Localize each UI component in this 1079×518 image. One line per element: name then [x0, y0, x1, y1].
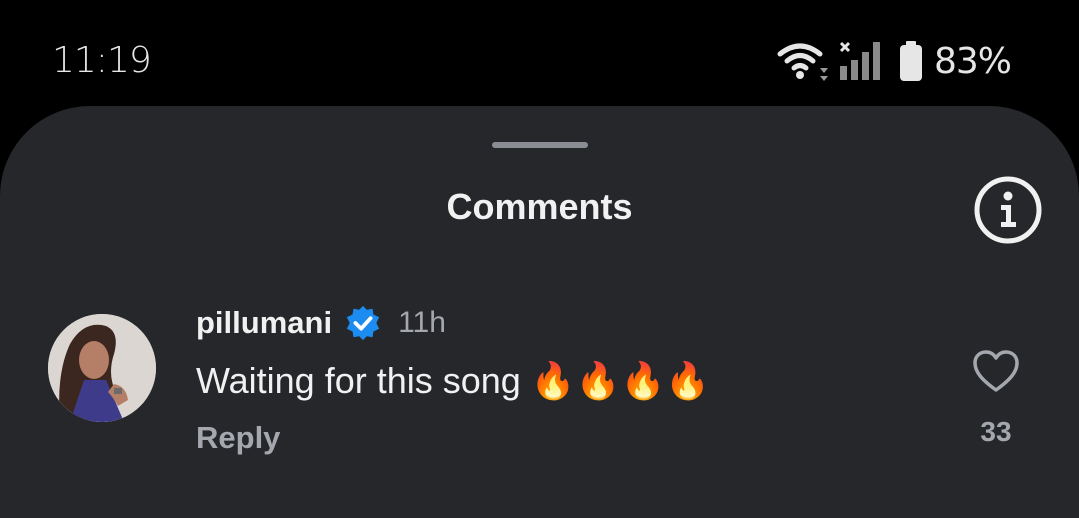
username-row: pillumani 11h	[196, 305, 446, 341]
avatar[interactable]	[48, 314, 156, 422]
drag-handle[interactable]	[492, 142, 588, 148]
heart-icon[interactable]	[972, 348, 1020, 396]
battery-icon	[899, 41, 922, 81]
info-icon[interactable]	[974, 176, 1042, 244]
comment-item: pillumani 11h Waiting for this song 🔥🔥🔥🔥…	[0, 305, 1079, 476]
status-time: 11:19	[52, 40, 152, 81]
wifi-icon	[777, 43, 828, 81]
comment-timestamp: 11h	[398, 306, 446, 339]
battery-percent: 83%	[933, 40, 1012, 82]
username[interactable]: pillumani	[196, 305, 332, 341]
sheet-title: Comments	[446, 186, 633, 227]
comment-text: Waiting for this song 🔥🔥🔥🔥	[196, 360, 711, 401]
status-icons: 83%	[776, 40, 1012, 82]
verified-badge-icon	[346, 305, 380, 341]
reply-button[interactable]: Reply	[196, 420, 280, 456]
signal-icon	[839, 41, 880, 80]
comments-sheet: Comments pillumani 11h Waiting for this	[0, 106, 1079, 518]
like-count: 33	[980, 416, 1012, 447]
status-bar: 11:19 83%	[0, 0, 1079, 106]
